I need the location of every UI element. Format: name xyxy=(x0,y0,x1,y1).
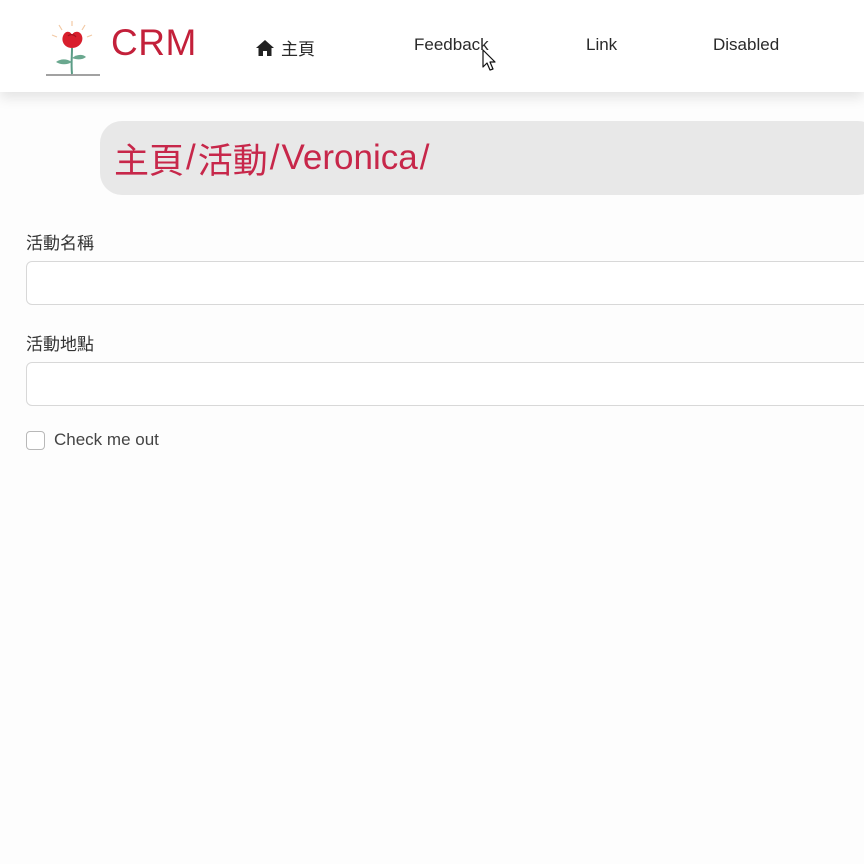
rose-logo-icon[interactable] xyxy=(42,18,102,78)
mouse-pointer-icon xyxy=(482,49,496,71)
activity-name-label: 活動名稱 xyxy=(26,234,94,253)
breadcrumb-item-activity[interactable]: 活動 xyxy=(198,133,268,184)
nav-home[interactable]: 主頁 xyxy=(255,35,315,60)
activity-name-input[interactable] xyxy=(26,261,864,305)
breadcrumb-item-veronica[interactable]: Veronica xyxy=(282,138,418,178)
nav-home-label: 主頁 xyxy=(281,40,315,59)
home-icon xyxy=(256,39,274,56)
nav-disabled[interactable]: Disabled xyxy=(713,35,779,55)
check-me-out-checkbox[interactable] xyxy=(26,430,45,450)
breadcrumb-separator: / xyxy=(269,138,280,177)
navbar: CRM 主頁 Feedback Link Disabled xyxy=(0,0,864,92)
check-me-out-row[interactable]: Check me out xyxy=(26,430,159,450)
check-me-out-label[interactable]: Check me out xyxy=(54,430,159,450)
nav-feedback[interactable]: Feedback xyxy=(414,35,489,55)
nav-link[interactable]: Link xyxy=(586,35,617,55)
activity-location-input[interactable] xyxy=(26,362,864,406)
breadcrumb-separator: / xyxy=(186,138,196,177)
breadcrumb-separator: / xyxy=(419,138,430,177)
breadcrumb: 主頁 / 活動 / Veronica / xyxy=(100,121,864,195)
brand-name[interactable]: CRM xyxy=(111,22,197,64)
activity-location-label: 活動地點 xyxy=(26,335,94,354)
breadcrumb-item-home[interactable]: 主頁 xyxy=(114,133,184,184)
